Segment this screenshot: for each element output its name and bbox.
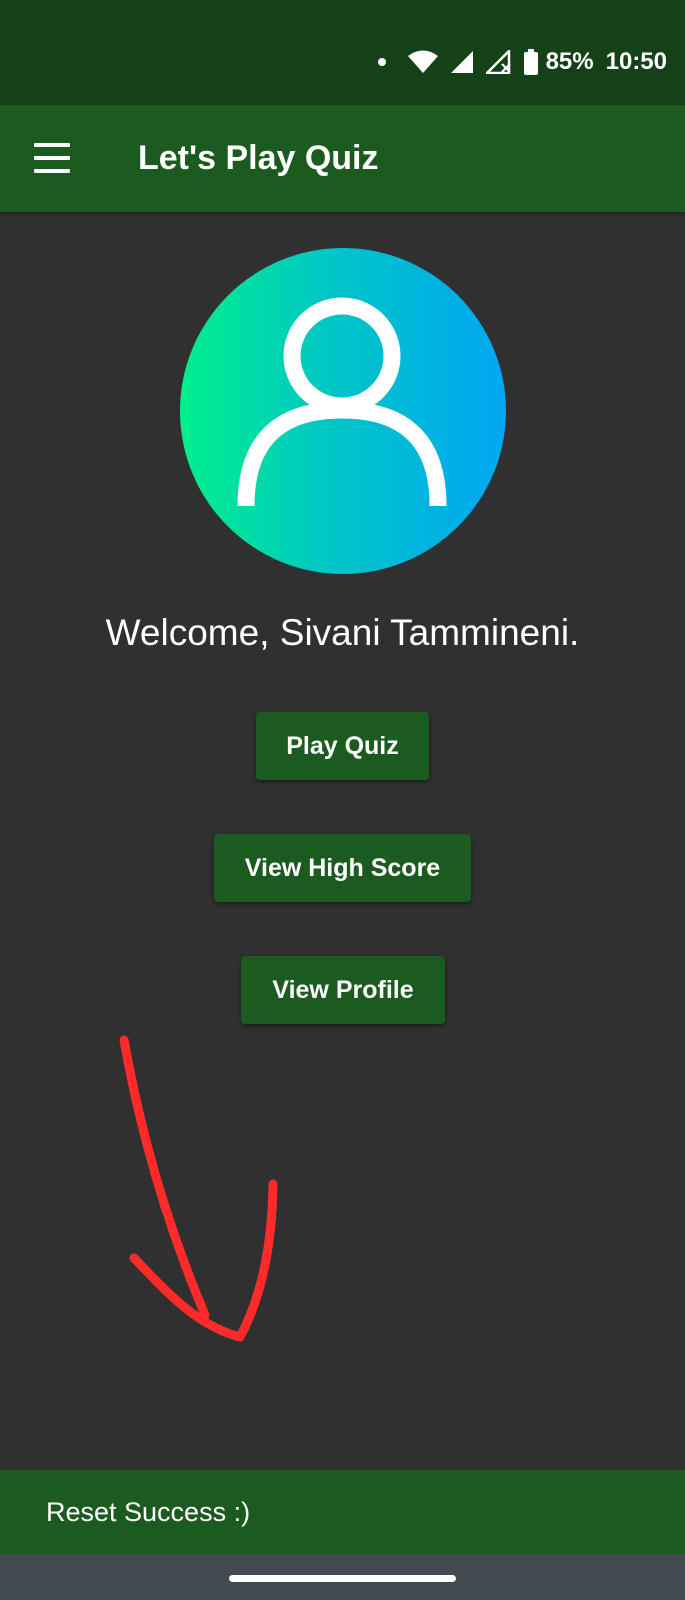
- hamburger-menu-icon[interactable]: [34, 143, 70, 173]
- welcome-text: Welcome, Sivani Tammineni.: [105, 612, 580, 653]
- signal-no-service-icon: [485, 50, 511, 74]
- user-avatar-icon: [237, 297, 447, 507]
- status-icons: 85% 10:50: [377, 42, 667, 82]
- battery-percent: 85%: [545, 48, 594, 75]
- status-time: 10:50: [605, 48, 667, 75]
- status-bar: 85% 10:50: [0, 0, 685, 105]
- signal-icon: [450, 51, 473, 73]
- home-gesture-handle[interactable]: [229, 1575, 456, 1582]
- avatar: [180, 248, 506, 574]
- app-title: Let's Play Quiz: [138, 139, 379, 177]
- navigation-bar: [0, 1554, 685, 1600]
- view-profile-button[interactable]: View Profile: [241, 956, 445, 1024]
- play-quiz-button[interactable]: Play Quiz: [256, 712, 429, 780]
- view-high-score-button[interactable]: View High Score: [214, 834, 471, 902]
- snackbar: Reset Success :): [0, 1470, 685, 1554]
- wifi-icon: [407, 50, 438, 73]
- notification-dot-icon: [377, 58, 386, 66]
- hand-drawn-arrow-icon: [119, 1035, 278, 1342]
- snackbar-message: Reset Success :): [46, 1496, 251, 1527]
- app-bar: Let's Play Quiz: [0, 105, 685, 212]
- battery-icon: [523, 49, 538, 75]
